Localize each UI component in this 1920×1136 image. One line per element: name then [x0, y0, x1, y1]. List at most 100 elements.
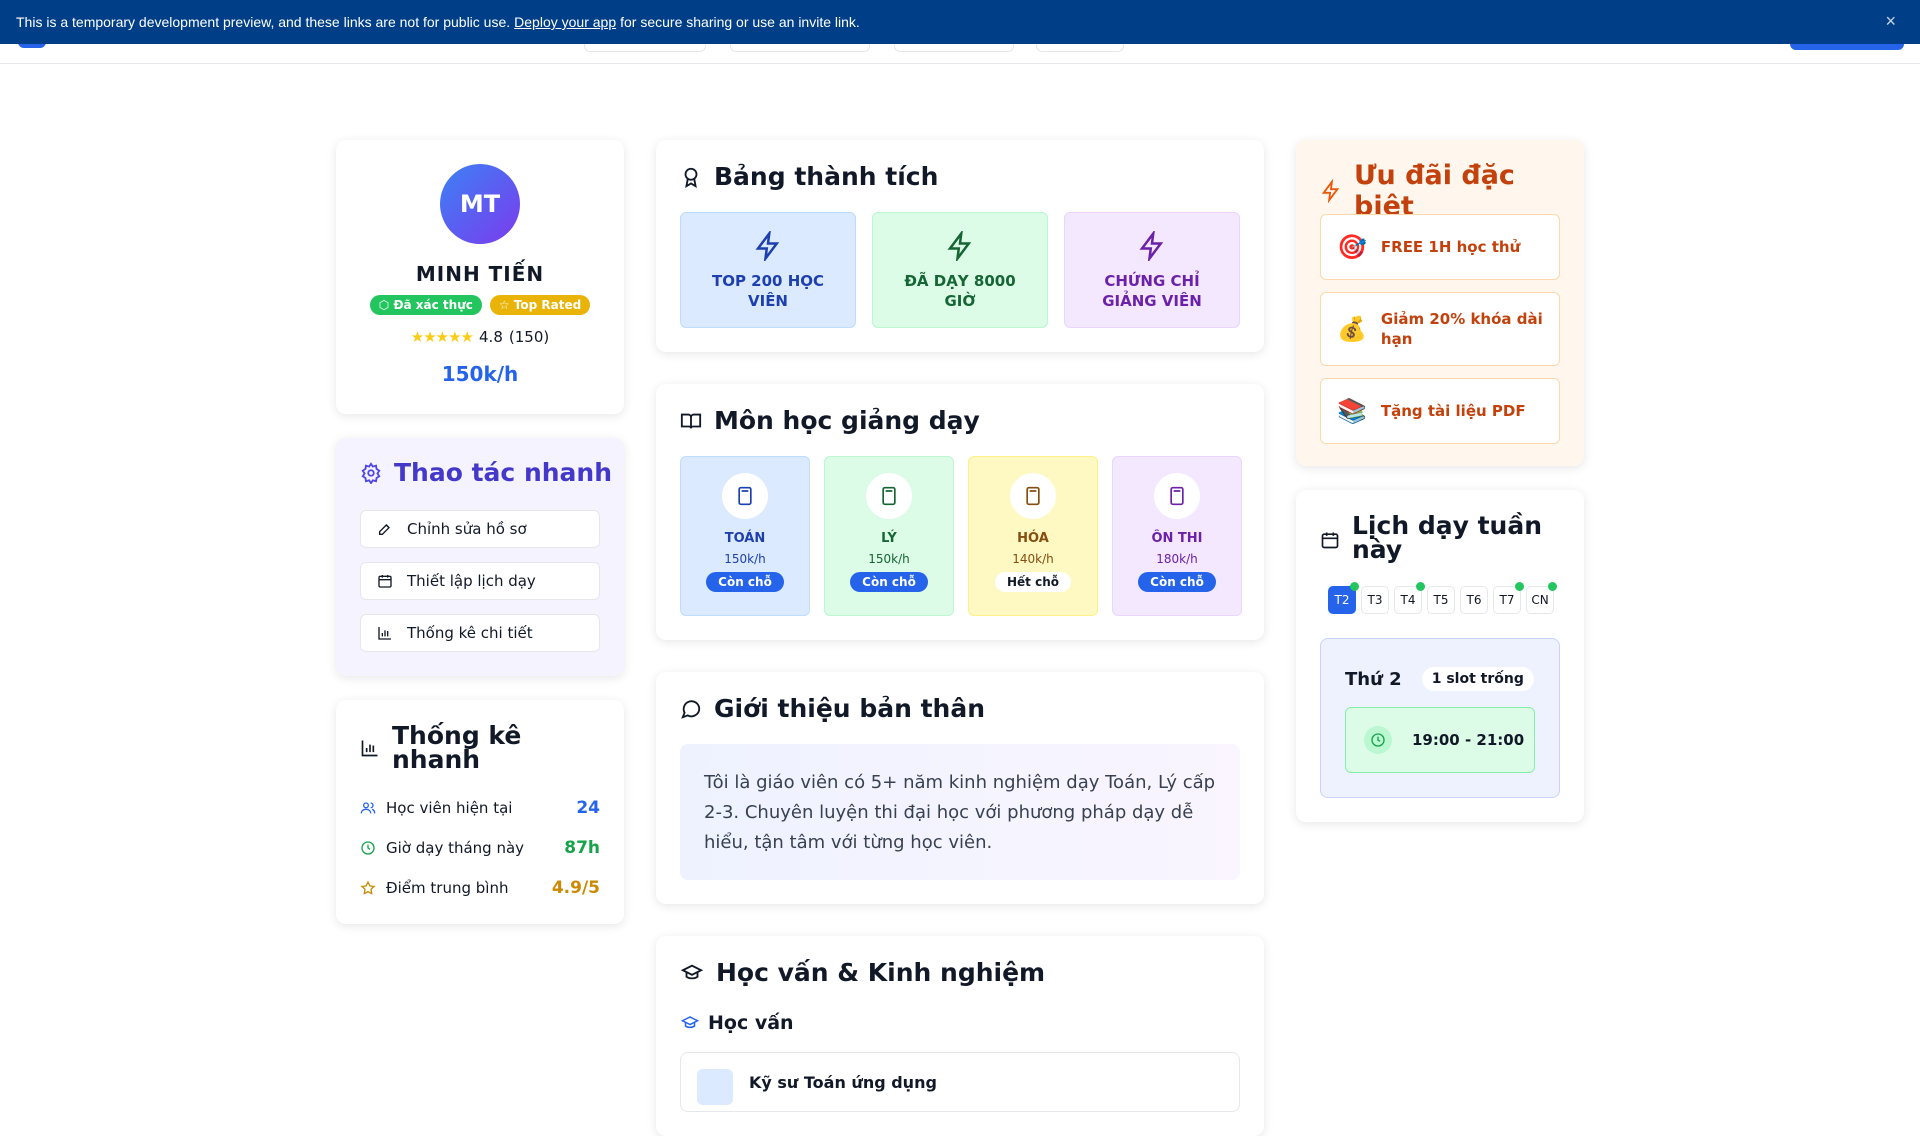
availability-badge: Còn chỗ [706, 572, 784, 592]
schedule-card: Lịch dạy tuần này T2 T3 T4 T5 T6 T7 CN T… [1296, 490, 1584, 822]
achievements-title: Bảng thành tích [680, 162, 938, 191]
rating-stars: ★★★★★ [410, 328, 474, 346]
day-label: T6 [1466, 593, 1482, 607]
rating-row: ★★★★★ 4.8 (150) [336, 328, 624, 346]
day-slots-panel: Thứ 2 1 slot trống 19:00 - 21:00 [1320, 638, 1560, 798]
availability-badge: Còn chỗ [850, 572, 928, 592]
achievement-label: CHỨNG CHỈ GIẢNG VIÊN [1102, 272, 1202, 310]
calculator-icon [1154, 473, 1200, 519]
subject-card-math[interactable]: TOÁN 150k/h Còn chỗ [680, 456, 810, 616]
star-icon [360, 880, 376, 896]
banner-text: This is a temporary development preview,… [16, 14, 511, 30]
calculator-icon [722, 473, 768, 519]
gear-icon [360, 461, 382, 484]
lightning-icon [1320, 179, 1342, 203]
slot-dot [1416, 582, 1425, 591]
books-icon: 📚 [1337, 397, 1367, 425]
detailed-stats-button[interactable]: Thống kê chi tiết [360, 614, 600, 652]
day-tab-t4[interactable]: T4 [1394, 582, 1425, 614]
quick-stats-title: Thống kê nhanh [360, 723, 532, 772]
stat-row-students: Học viên hiện tại 24 [360, 798, 600, 818]
edit-profile-label: Chỉnh sửa hồ sơ [407, 520, 527, 538]
intro-title: Giới thiệu bản thân [680, 694, 985, 723]
stat-label: Điểm trung bình [386, 879, 509, 897]
intro-title-text: Giới thiệu bản thân [714, 694, 985, 723]
subjects-title-text: Môn học giảng dạy [714, 406, 980, 435]
education-card: Học vấn & Kinh nghiệm Học vấn Kỹ sư Toán… [656, 936, 1264, 1136]
day-slots-header: Thứ 2 1 slot trống [1345, 667, 1534, 691]
review-count: (150) [508, 328, 550, 346]
subject-price: 150k/h [724, 552, 766, 566]
subject-card-exam-prep[interactable]: ÔN THI 180k/h Còn chỗ [1112, 456, 1242, 616]
day-tab-t7[interactable]: T7 [1493, 582, 1524, 614]
subject-card-chemistry[interactable]: HÓA 140k/h Hết chỗ [968, 456, 1098, 616]
clock-icon [1364, 726, 1392, 754]
set-schedule-button[interactable]: Thiết lập lịch dạy [360, 562, 600, 600]
offer-free-trial[interactable]: 🎯 FREE 1H học thử [1320, 214, 1560, 280]
subject-price: 180k/h [1156, 552, 1198, 566]
subjects-title: Môn học giảng dạy [680, 406, 980, 435]
stat-value: 24 [576, 798, 600, 818]
day-label: T7 [1499, 593, 1515, 607]
set-schedule-label: Thiết lập lịch dạy [407, 572, 536, 590]
verified-badge: ⬡ Đã xác thực [369, 295, 482, 315]
deploy-link[interactable]: Deploy your app [514, 14, 616, 30]
education-title: Học vấn & Kinh nghiệm [680, 958, 1045, 987]
banner-text-after: for secure sharing or use an invite link… [620, 14, 860, 30]
target-icon: 🎯 [1337, 233, 1367, 261]
education-subtitle: Học vấn [680, 1012, 794, 1034]
achievement-certificate: CHỨNG CHỈ GIẢNG VIÊN [1064, 212, 1240, 328]
graduation-cap-icon [680, 962, 704, 984]
calculator-icon [866, 473, 912, 519]
education-item-title: Kỹ sư Toán ứng dụng [749, 1073, 937, 1092]
offers-card: Ưu đãi đặc biệt 🎯 FREE 1H học thử 💰 Giảm… [1296, 140, 1584, 466]
close-icon[interactable]: × [1885, 11, 1896, 32]
intro-text: Tôi là giáo viên có 5+ năm kinh nghiệm d… [680, 744, 1240, 880]
lightning-icon [753, 231, 783, 261]
schedule-title: Lịch dạy tuần này [1320, 511, 1543, 564]
edit-profile-button[interactable]: Chỉnh sửa hồ sơ [360, 510, 600, 548]
stat-value: 4.9/5 [551, 878, 600, 898]
offer-label: FREE 1H học thử [1380, 238, 1521, 256]
degree-icon [697, 1069, 733, 1105]
quick-stats-card: Thống kê nhanh Học viên hiện tại 24 Giờ … [336, 700, 624, 924]
subject-price: 150k/h [868, 552, 910, 566]
quick-actions-title-text: Thao tác nhanh [394, 458, 613, 487]
day-tab-t6[interactable]: T6 [1460, 586, 1488, 614]
award-icon [680, 166, 702, 188]
subject-price: 140k/h [1012, 552, 1054, 566]
education-subtitle-text: Học vấn [708, 1012, 794, 1034]
achievement-top-students: TOP 200 HỌC VIÊN [680, 212, 856, 328]
bar-chart-icon [360, 738, 380, 758]
hourly-price: 150k/h [441, 362, 519, 386]
offer-label: Giảm 20% khóa dài hạn [1380, 310, 1543, 348]
calendar-icon [1320, 530, 1340, 550]
preview-banner: This is a temporary development preview,… [0, 0, 1920, 44]
top-rated-badge: ☆ Top Rated [489, 295, 591, 315]
slot-dot [1515, 582, 1524, 591]
achievement-label: TOP 200 HỌC VIÊN [711, 272, 825, 310]
detailed-stats-label: Thống kê chi tiết [407, 624, 533, 642]
education-title-text: Học vấn & Kinh nghiệm [716, 958, 1046, 987]
offer-pdf[interactable]: 📚 Tặng tài liệu PDF [1320, 378, 1560, 444]
bar-chart-icon [377, 625, 393, 641]
subjects-card: Môn học giảng dạy TOÁN 150k/h Còn chỗ LÝ… [656, 384, 1264, 640]
offer-discount[interactable]: 💰 Giảm 20% khóa dài hạn [1320, 292, 1560, 366]
day-tab-t2[interactable]: T2 [1328, 582, 1359, 614]
slot-count-badge: 1 slot trống [1421, 667, 1534, 691]
day-tab-t5[interactable]: T5 [1427, 586, 1455, 614]
calculator-icon [1010, 473, 1056, 519]
offer-label: Tặng tài liệu PDF [1380, 402, 1526, 420]
badge-row: ⬡ Đã xác thực ☆ Top Rated [336, 295, 624, 315]
day-tab-t3[interactable]: T3 [1361, 586, 1389, 614]
day-tab-cn[interactable]: CN [1526, 582, 1557, 614]
achievements-card: Bảng thành tích TOP 200 HỌC VIÊN ĐÃ DẠY … [656, 140, 1264, 352]
verified-badge-label: Đã xác thực [393, 298, 473, 312]
subject-card-physics[interactable]: LÝ 150k/h Còn chỗ [824, 456, 954, 616]
stat-label: Học viên hiện tại [386, 799, 513, 817]
offers-title: Ưu đãi đặc biệt [1320, 160, 1584, 222]
slot-dot [1548, 582, 1557, 591]
schedule-title-text: Lịch dạy tuần này [1352, 511, 1543, 564]
time-slot[interactable]: 19:00 - 21:00 [1345, 707, 1535, 773]
clock-icon [360, 840, 376, 856]
